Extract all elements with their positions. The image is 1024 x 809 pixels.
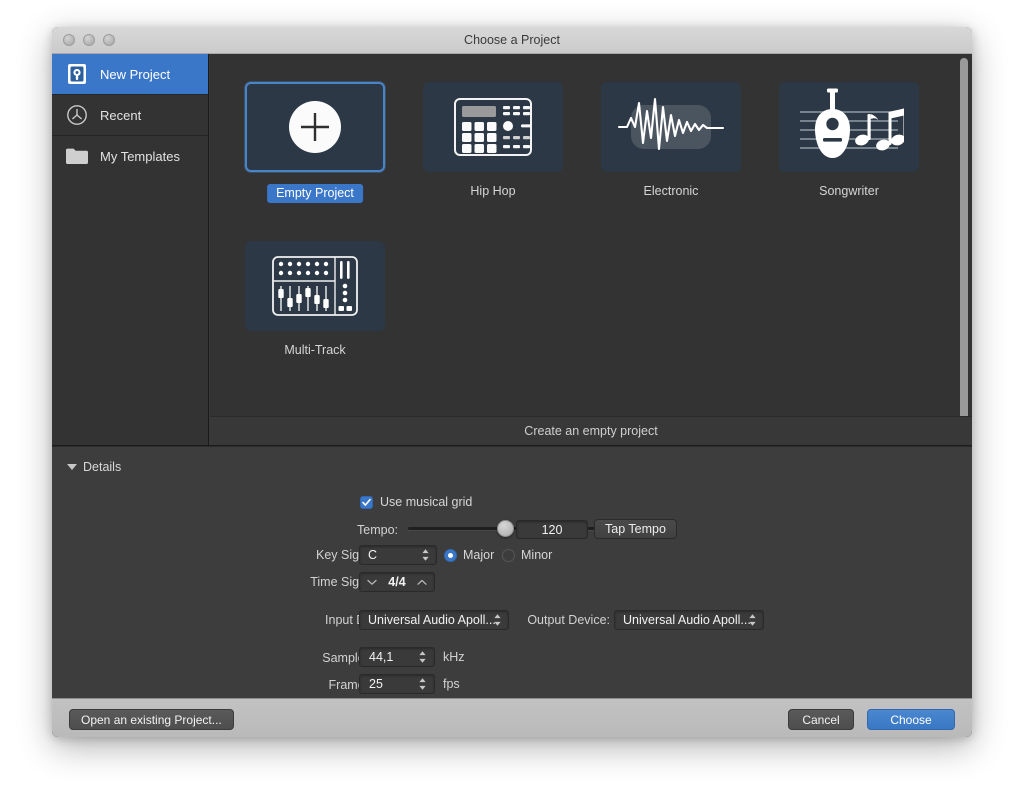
- template-tile-empty-project[interactable]: Empty Project: [245, 82, 385, 203]
- cancel-button[interactable]: Cancel: [788, 709, 854, 730]
- template-thumbnail: [779, 82, 919, 172]
- output-device-value: Universal Audio Apoll...: [623, 613, 751, 627]
- gallery-scrollbar-thumb[interactable]: [960, 58, 968, 426]
- sidebar-item-label: My Templates: [100, 148, 180, 164]
- chevron-down-icon[interactable]: [367, 579, 377, 586]
- choose-button[interactable]: Choose: [867, 709, 955, 730]
- template-label: Hip Hop: [470, 184, 516, 198]
- output-device-label: Output Device:: [527, 613, 610, 627]
- template-thumbnail: [245, 241, 385, 331]
- sidebar-item-label: Recent: [100, 107, 142, 123]
- details-panel: Details Use musical grid Tempo: 120 Tap …: [52, 446, 972, 721]
- top-section: New Project Recent My Templates Empty Pr…: [52, 54, 972, 446]
- gallery-scrollbar[interactable]: [959, 58, 969, 430]
- minor-radio-row[interactable]: Minor: [502, 548, 552, 562]
- details-form: Use musical grid Tempo: 120 Tap Tempo Ke…: [52, 447, 972, 721]
- sample-rate-stepper[interactable]: 44,1: [359, 647, 435, 667]
- sidebar: New Project Recent My Templates: [52, 54, 209, 445]
- window-title: Choose a Project: [464, 33, 560, 47]
- major-label: Major: [463, 548, 495, 562]
- tempo-slider-knob[interactable]: [497, 519, 514, 537]
- checkmark-icon: [362, 498, 371, 506]
- up-down-arrows-icon: [749, 614, 756, 626]
- frame-rate-value: 25: [369, 677, 383, 691]
- up-down-arrows-icon: [419, 678, 426, 690]
- dialog-footer: Open an existing Project... Cancel Choos…: [52, 698, 972, 737]
- template-description: Create an empty project: [210, 416, 972, 445]
- mixer-icon: [272, 256, 358, 316]
- up-down-arrows-icon: [419, 651, 426, 663]
- frame-rate-stepper[interactable]: 25: [359, 674, 435, 694]
- key-signature-popup[interactable]: C: [359, 545, 437, 565]
- sample-rate-unit: kHz: [443, 650, 465, 664]
- sample-rate-stepper-wrap[interactable]: 44,1 kHz: [359, 647, 465, 667]
- tempo-value-field[interactable]: 120: [516, 520, 588, 539]
- time-signature-stepper[interactable]: 4/4: [359, 572, 435, 592]
- use-musical-grid-label: Use musical grid: [380, 495, 473, 509]
- template-grid: Empty Project Hip Hop Electronic Songwri…: [245, 82, 965, 357]
- new-project-icon: [65, 62, 89, 86]
- sidebar-item-new-project[interactable]: New Project: [52, 54, 208, 94]
- template-tile-multi-track[interactable]: Multi-Track: [245, 241, 385, 357]
- up-down-arrows-icon: [422, 549, 429, 561]
- plus-circle-icon: [289, 101, 341, 153]
- use-musical-grid-row[interactable]: Use musical grid: [360, 495, 472, 509]
- sidebar-item-my-templates[interactable]: My Templates: [52, 136, 208, 176]
- output-device-popup[interactable]: Universal Audio Apoll...: [614, 610, 764, 630]
- sidebar-item-label: New Project: [100, 66, 171, 82]
- template-grid-scroll-area: Empty Project Hip Hop Electronic Songwri…: [210, 54, 972, 417]
- waveform-icon: [617, 97, 725, 151]
- minor-label: Minor: [521, 548, 553, 562]
- major-radio[interactable]: [444, 548, 457, 562]
- open-existing-project-button[interactable]: Open an existing Project...: [69, 709, 234, 730]
- folder-icon: [65, 144, 89, 168]
- window-titlebar: Choose a Project: [52, 27, 972, 54]
- template-tile-hip-hop[interactable]: Hip Hop: [423, 82, 563, 203]
- tempo-label: Tempo:: [357, 523, 398, 537]
- use-musical-grid-checkbox[interactable]: [360, 495, 373, 509]
- template-thumbnail: [423, 82, 563, 172]
- choose-a-project-window: Choose a Project New Project Recent My T…: [52, 27, 972, 737]
- screen: Choose a Project New Project Recent My T…: [0, 0, 1024, 809]
- frame-rate-unit: fps: [443, 677, 460, 691]
- template-thumbnail: [601, 82, 741, 172]
- time-signature-stepper-wrap[interactable]: 4/4: [359, 572, 435, 592]
- drum-machine-icon: [454, 98, 532, 156]
- window-body: New Project Recent My Templates Empty Pr…: [52, 54, 972, 737]
- template-label: Electronic: [643, 184, 699, 198]
- template-label: Multi-Track: [284, 343, 346, 357]
- key-signature-value: C: [368, 548, 378, 562]
- tap-tempo-button-wrap[interactable]: Tap Tempo: [594, 519, 677, 539]
- time-signature-value: 4/4: [388, 575, 406, 589]
- template-tile-songwriter[interactable]: Songwriter: [779, 82, 919, 203]
- guitar-notes-icon: [800, 88, 904, 158]
- clock-icon: [65, 103, 89, 127]
- template-thumbnail: [245, 82, 385, 172]
- output-device-popup-wrap[interactable]: Universal Audio Apoll...: [614, 610, 764, 630]
- frame-rate-stepper-wrap[interactable]: 25 fps: [359, 674, 460, 694]
- major-radio-row[interactable]: Major: [444, 548, 494, 562]
- sample-rate-value: 44,1: [369, 650, 394, 664]
- template-tile-electronic[interactable]: Electronic: [601, 82, 741, 203]
- template-label: Empty Project: [267, 184, 363, 203]
- chevron-up-icon[interactable]: [417, 579, 427, 586]
- key-signature-popup-wrap[interactable]: C: [359, 545, 437, 565]
- tap-tempo-button[interactable]: Tap Tempo: [594, 519, 677, 539]
- minor-radio[interactable]: [502, 548, 515, 562]
- sidebar-item-recent[interactable]: Recent: [52, 95, 208, 135]
- template-gallery: Empty Project Hip Hop Electronic Songwri…: [209, 54, 972, 445]
- tempo-value-field-wrap[interactable]: 120: [516, 520, 588, 539]
- template-label: Songwriter: [819, 184, 879, 198]
